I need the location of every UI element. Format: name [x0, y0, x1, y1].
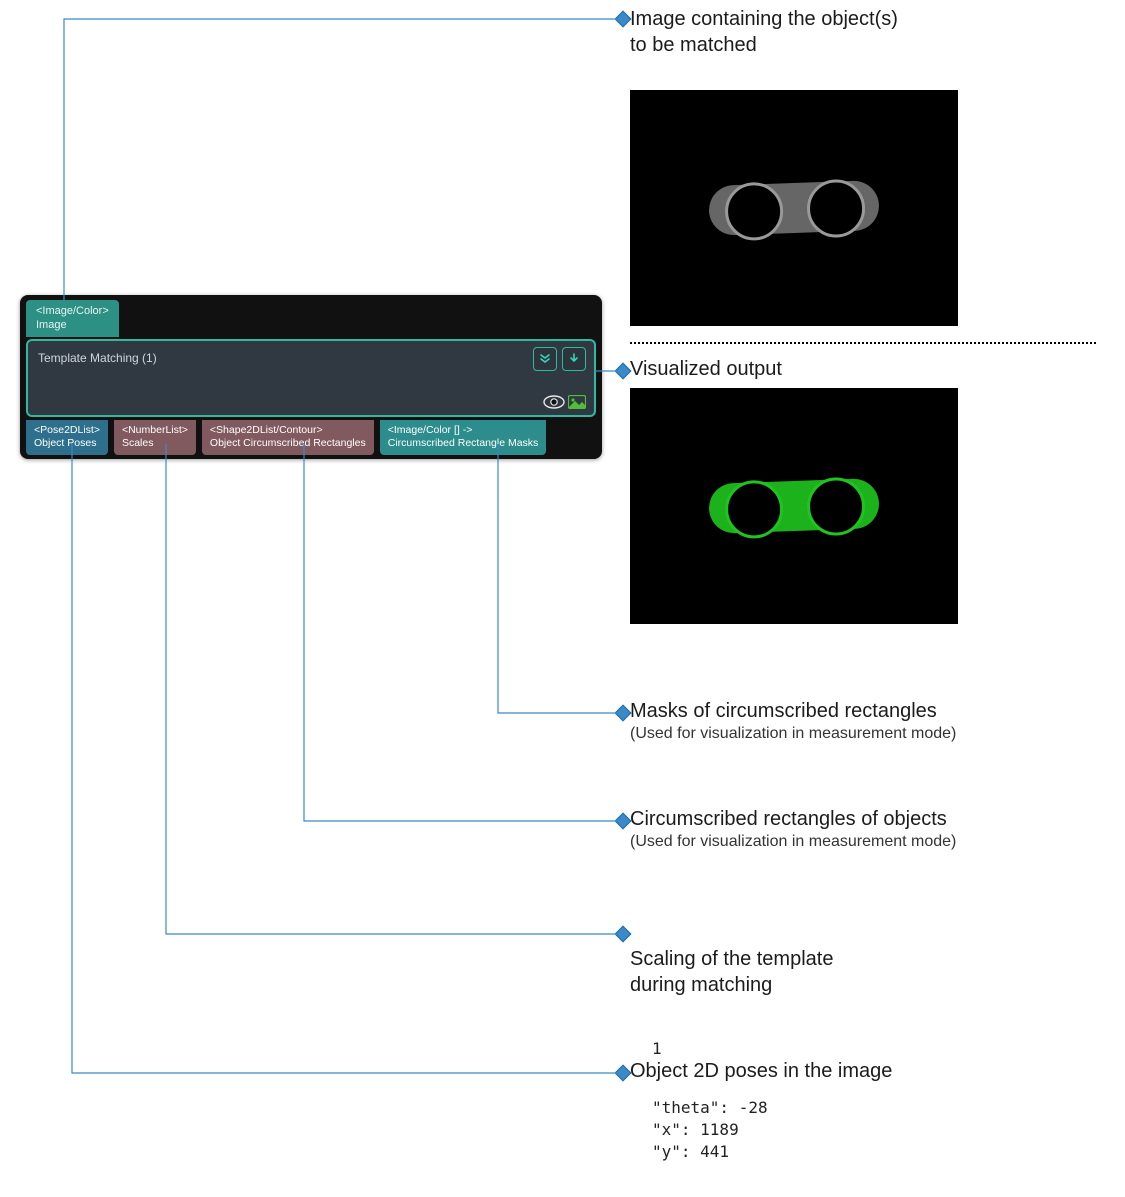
marker-icon: [615, 1065, 632, 1082]
download-icon: [568, 353, 580, 365]
port-type: <Image/Color [] ->: [388, 424, 539, 437]
download-button[interactable]: [562, 347, 586, 371]
output-port-rectangles[interactable]: <Shape2DList/Contour> Object Circumscrib…: [202, 420, 374, 455]
eye-icon[interactable]: [543, 395, 565, 409]
annotation-sub: (Used for visualization in measurement m…: [630, 725, 956, 743]
annotation-title: Object 2D poses in the image: [630, 1060, 892, 1083]
port-type: <Pose2DList>: [34, 424, 100, 437]
annotation-masks: Masks of circumscribed rectangles (Used …: [630, 700, 956, 743]
double-chevron-down-icon: [539, 353, 551, 365]
annotation-input: Image containing the object(s) to be mat…: [630, 6, 898, 58]
annotation-visualized-output: Visualized output: [630, 358, 782, 381]
marker-icon: [615, 926, 632, 943]
node-body[interactable]: Template Matching (1): [26, 339, 596, 417]
annotation-sub: (Used for visualization in measurement m…: [630, 833, 956, 851]
input-port-image[interactable]: <Image/Color> Image: [26, 300, 119, 337]
annotation-title: Masks of circumscribed rectangles: [630, 700, 956, 723]
scaling-value: 1: [652, 1038, 833, 1060]
annotation-rects: Circumscribed rectangles of objects (Use…: [630, 808, 956, 851]
port-label: Object Circumscribed Rectangles: [210, 437, 366, 450]
picture-icon[interactable]: [568, 395, 586, 409]
marker-icon: [615, 363, 632, 380]
output-port-scales[interactable]: <NumberList> Scales: [114, 420, 196, 455]
pose-line: "x": 1189: [652, 1119, 892, 1141]
marker-icon: [615, 813, 632, 830]
port-label: Scales: [122, 437, 188, 450]
annotation-title: Circumscribed rectangles of objects: [630, 808, 956, 831]
output-image-preview: [630, 388, 958, 624]
marker-icon: [615, 11, 632, 28]
pose-line: "theta": -28: [652, 1097, 892, 1119]
marker-icon: [615, 705, 632, 722]
output-port-object-poses[interactable]: <Pose2DList> Object Poses: [26, 420, 108, 455]
port-label: Circumscribed Rectangle Masks: [388, 437, 539, 450]
node-title: Template Matching (1): [38, 351, 157, 365]
collapse-button[interactable]: [533, 347, 557, 371]
output-port-masks[interactable]: <Image/Color [] -> Circumscribed Rectang…: [380, 420, 547, 455]
port-type: <Image/Color>: [36, 304, 109, 318]
template-matching-node: <Image/Color> Image Template Matching (1…: [20, 295, 602, 459]
input-image-preview: [630, 90, 958, 326]
annotation-title: Scaling of the template during matching: [630, 946, 833, 998]
pose-line: "y": 441: [652, 1141, 892, 1163]
port-type: <NumberList>: [122, 424, 188, 437]
port-label: Image: [36, 318, 109, 332]
annotation-poses: Object 2D poses in the image "theta": -2…: [630, 1060, 892, 1163]
divider: [630, 342, 1096, 344]
port-label: Object Poses: [34, 437, 100, 450]
port-type: <Shape2DList/Contour>: [210, 424, 366, 437]
